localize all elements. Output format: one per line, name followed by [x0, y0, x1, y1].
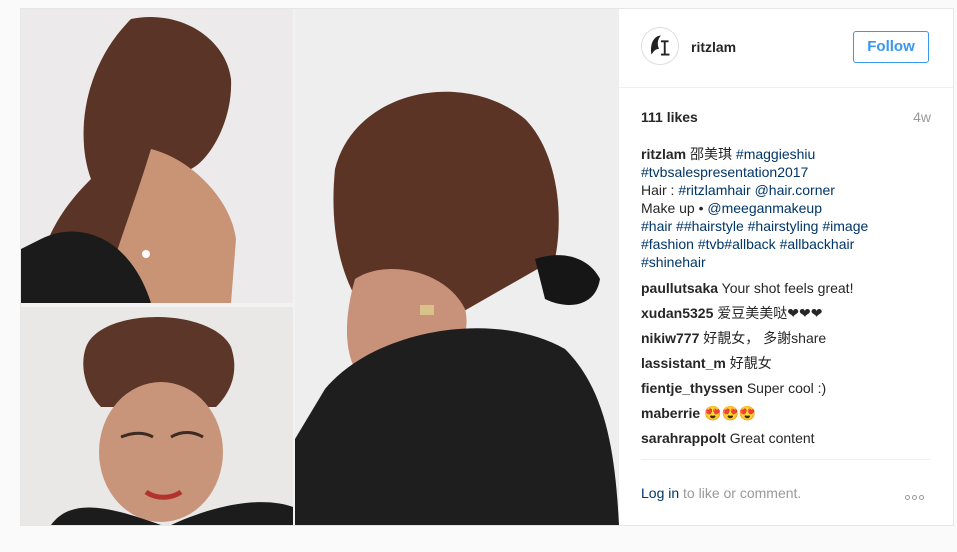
- mention[interactable]: @hair.corner: [755, 182, 835, 198]
- comment-item: paullutsaka Your shot feels great!: [641, 279, 933, 304]
- login-prompt: Log in to like or comment.: [641, 485, 801, 501]
- instagram-post: ritzlam Follow 111 likes 4w ritzlam 邵美琪 …: [20, 8, 954, 526]
- comment-item: maberrie 😍😍😍: [641, 404, 933, 429]
- follow-button[interactable]: Follow: [853, 31, 929, 63]
- comment-username[interactable]: maberrie: [641, 405, 700, 421]
- comment-text: 爱豆美美哒❤❤❤: [717, 305, 823, 321]
- comment-item: xudan5325 爱豆美美哒❤❤❤: [641, 304, 933, 329]
- hashtag[interactable]: #fashion: [641, 236, 694, 252]
- comment-item: nikiw777 好靚女， 多謝share: [641, 329, 933, 354]
- login-link[interactable]: Log in: [641, 485, 679, 501]
- photo-profile-left: [21, 9, 293, 303]
- post-caption: ritzlam 邵美琪 #maggieshiu #tvbsalespresent…: [641, 145, 933, 271]
- hashtag[interactable]: #tvb: [698, 236, 724, 252]
- caption-text: Make up •: [641, 200, 708, 216]
- post-sidebar: ritzlam Follow 111 likes 4w ritzlam 邵美琪 …: [619, 9, 953, 525]
- comment-username[interactable]: lassistant_m: [641, 355, 726, 371]
- comment-item: sarahrappolt Great content: [641, 429, 933, 454]
- comment-username[interactable]: sarahrappolt: [641, 430, 726, 446]
- comment-text: Super cool :): [746, 380, 827, 396]
- photo-front-face: [21, 307, 293, 525]
- photo-profile-right: [295, 9, 619, 525]
- more-options-icon[interactable]: [905, 487, 931, 500]
- comment-item: lassistant_m 好靚女: [641, 354, 933, 379]
- hashtag[interactable]: #hair: [641, 218, 672, 234]
- mention[interactable]: @meeganmakeup: [707, 200, 822, 216]
- caption-text: #: [676, 218, 684, 234]
- comment-item: fientje_thyssen Super cool :): [641, 379, 933, 404]
- hashtag[interactable]: #maggieshiu: [736, 146, 815, 162]
- comment-username[interactable]: paullutsaka: [641, 280, 718, 296]
- hashtag[interactable]: #image: [822, 218, 868, 234]
- section-divider: [641, 459, 931, 460]
- hashtag[interactable]: #hairstyling: [748, 218, 819, 234]
- hashtag[interactable]: #allbackhair: [780, 236, 855, 252]
- comment-text: Your shot feels great!: [721, 280, 854, 296]
- profile-avatar[interactable]: [641, 27, 679, 65]
- hashtag[interactable]: #shinehair: [641, 254, 706, 270]
- comment-text: 😍😍😍: [704, 405, 757, 421]
- comment-text: 好靚女: [729, 355, 772, 371]
- post-username[interactable]: ritzlam: [691, 39, 736, 55]
- post-timestamp[interactable]: 4w: [913, 109, 931, 125]
- comment-username[interactable]: fientje_thyssen: [641, 380, 743, 396]
- hashtag[interactable]: #allback: [724, 236, 775, 252]
- caption-text: 邵美琪: [690, 146, 733, 162]
- login-text: to like or comment.: [679, 485, 802, 501]
- hashtag[interactable]: #ritzlamhair: [678, 182, 750, 198]
- comment-username[interactable]: xudan5325: [641, 305, 713, 321]
- hashtag[interactable]: #hairstyle: [684, 218, 744, 234]
- comment-list: paullutsaka Your shot feels great! xudan…: [641, 279, 933, 454]
- comment-username[interactable]: nikiw777: [641, 330, 699, 346]
- caption-username[interactable]: ritzlam: [641, 146, 686, 162]
- likes-count[interactable]: 111 likes: [641, 109, 698, 125]
- caption-text: Hair :: [641, 182, 679, 198]
- hashtag[interactable]: #tvbsalespresentation2017: [641, 164, 808, 180]
- comment-text: 好靚女， 多謝share: [703, 330, 827, 346]
- post-image-collage[interactable]: [21, 9, 619, 525]
- post-header: ritzlam Follow: [619, 9, 953, 88]
- comment-text: Great content: [729, 430, 815, 446]
